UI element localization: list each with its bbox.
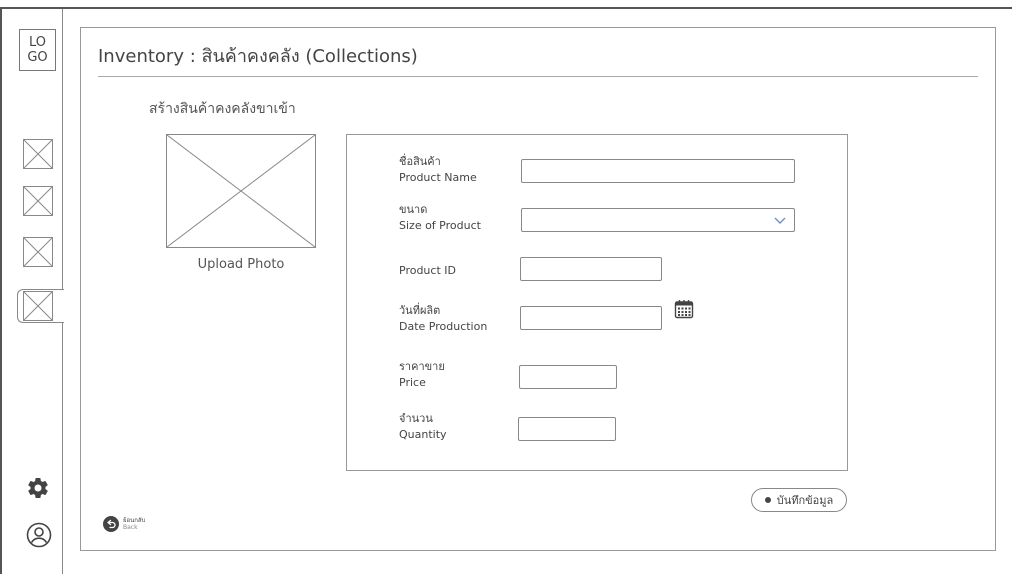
size-label-th: ขนาด (399, 203, 428, 216)
image-placeholder-icon (23, 186, 53, 216)
upload-photo-label[interactable]: Upload Photo (166, 257, 316, 272)
page-title: Inventory : สินค้าคงคลัง (Collections) (98, 46, 418, 67)
title-divider (98, 76, 978, 77)
sidebar-item-2[interactable] (23, 186, 53, 216)
price-label-en: Price (399, 376, 426, 389)
back-button[interactable]: ย้อนกลับ Back (103, 516, 145, 532)
image-placeholder-icon (23, 237, 53, 267)
chevron-down-icon (774, 217, 786, 224)
gear-icon[interactable] (26, 476, 50, 500)
product-id-input[interactable] (520, 257, 662, 281)
date-label: วันที่ผลิต Date Production (399, 303, 487, 335)
calendar-icon[interactable] (674, 299, 694, 319)
section-title: สร้างสินค้าคงคลังขาเข้า (149, 101, 296, 117)
date-label-th: วันที่ผลิต (399, 304, 441, 317)
dot-icon (764, 497, 771, 503)
quantity-label-th: จำนวน (399, 412, 433, 425)
sidebar-item-3[interactable] (23, 237, 53, 267)
main-panel: Inventory : สินค้าคงคลัง (Collections) ส… (80, 27, 996, 551)
back-label-en: Back (123, 524, 138, 531)
product-id-label: Product ID (399, 263, 456, 279)
date-input[interactable] (520, 306, 662, 330)
back-arrow-icon (103, 516, 119, 532)
size-label: ขนาด Size of Product (399, 202, 481, 234)
save-button[interactable]: บันทึกข้อมูล (751, 488, 847, 512)
logo-line-1: LO (28, 35, 46, 50)
quantity-label-en: Quantity (399, 428, 447, 441)
quantity-label: จำนวน Quantity (399, 411, 447, 443)
sidebar: LO GO (2, 9, 64, 574)
product-name-label: ชื่อสินค้า Product Name (399, 154, 477, 186)
product-name-input[interactable] (521, 159, 795, 183)
user-icon[interactable] (26, 522, 52, 548)
price-label-th: ราคาขาย (399, 360, 445, 373)
back-label: ย้อนกลับ Back (123, 517, 145, 531)
image-placeholder-icon (167, 135, 315, 247)
size-select[interactable] (521, 208, 795, 232)
photo-placeholder[interactable] (166, 134, 316, 248)
date-label-en: Date Production (399, 320, 488, 333)
save-button-label: บันทึกข้อมูล (776, 494, 834, 507)
product-name-label-th: ชื่อสินค้า (399, 155, 441, 168)
image-placeholder-icon (23, 291, 53, 321)
product-form: ชื่อสินค้า Product Name ขนาด Size of Pro… (346, 134, 848, 471)
price-label: ราคาขาย Price (399, 359, 445, 391)
size-label-en: Size of Product (399, 219, 481, 232)
image-placeholder-icon (23, 139, 53, 169)
product-name-label-en: Product Name (399, 171, 477, 184)
logo-line-2: GO (27, 50, 48, 65)
sidebar-item-4-active[interactable] (17, 289, 64, 323)
back-label-th: ย้อนกลับ (123, 517, 146, 524)
price-input[interactable] (519, 365, 617, 389)
quantity-input[interactable] (518, 417, 616, 441)
sidebar-item-1[interactable] (23, 139, 53, 169)
product-id-label-en: Product ID (399, 264, 456, 277)
logo: LO GO (19, 29, 56, 71)
